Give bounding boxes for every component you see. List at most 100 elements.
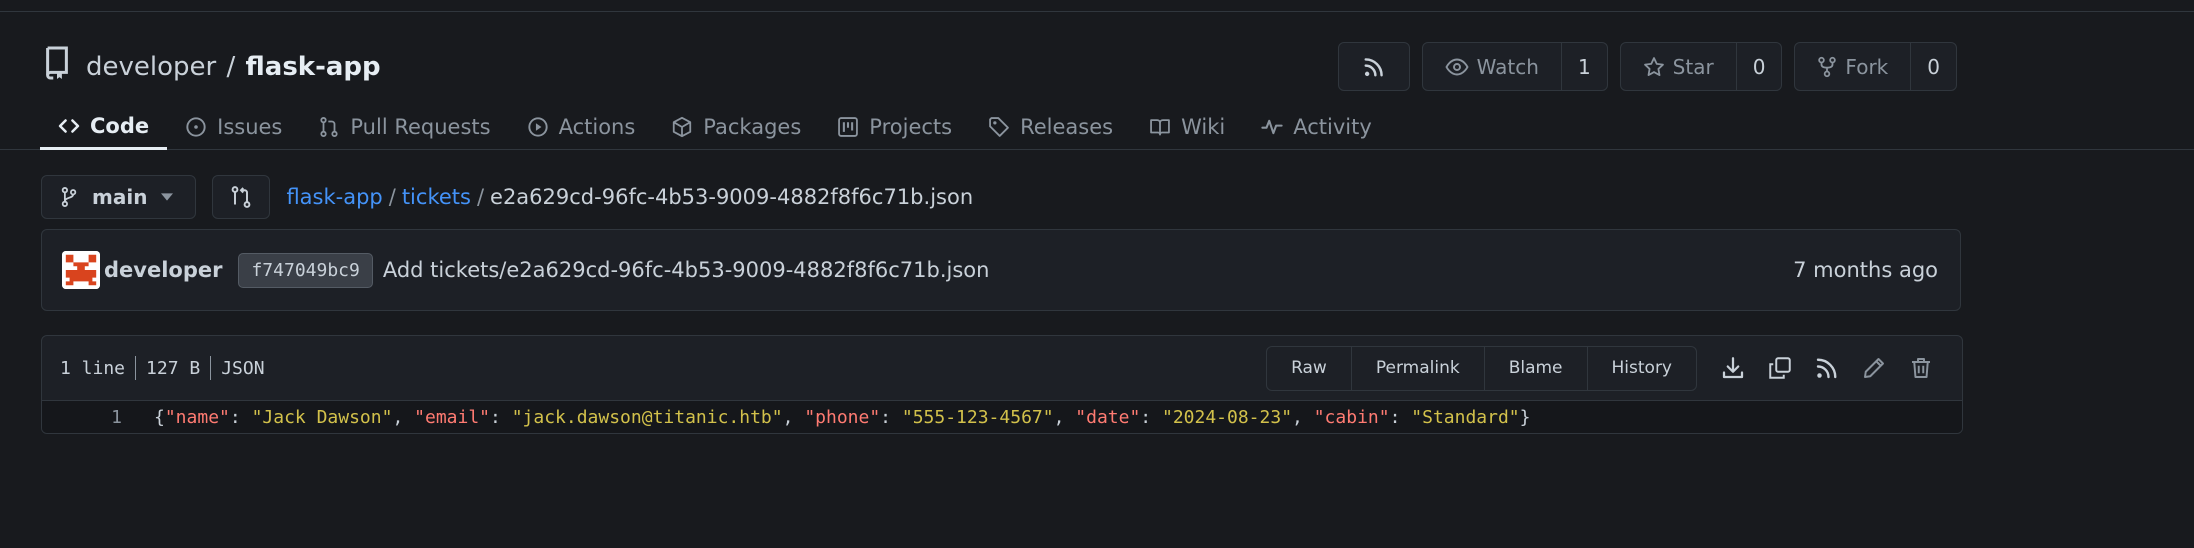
code-icon [58,118,80,133]
breadcrumb-folder-link[interactable]: tickets [402,185,471,209]
watch-label: Watch [1476,54,1539,79]
file-header: 1 line 127 B JSON Raw Permalink Blame Hi… [42,336,1962,401]
fork-count[interactable]: 0 [1910,43,1956,90]
delete-button[interactable] [1897,346,1944,391]
fork-button[interactable]: Fork [1795,43,1910,90]
line-number[interactable]: 1 [42,407,122,428]
tab-issues-label: Issues [217,115,283,139]
tab-activity[interactable]: Activity [1243,104,1390,150]
star-label: Star [1672,54,1714,79]
repo-separator: / [226,51,236,82]
repo-nav-tabs: Code Issues Pull Requests Actions Packag… [40,104,1390,150]
watch-button-group: Watch 1 [1421,42,1608,91]
file-type: JSON [221,357,265,379]
book-icon [1150,119,1170,136]
compare-icon [232,186,251,208]
star-count[interactable]: 0 [1735,43,1782,90]
divider [210,356,212,380]
code-line: 1 {"name": "Jack Dawson", "email": "jack… [42,401,1962,433]
breadcrumb: flask-app / tickets / e2a629cd-96fc-4b53… [286,185,973,209]
rss-icon [1816,358,1836,379]
pencil-icon [1863,358,1884,378]
copy-icon [1768,357,1791,379]
permalink-button[interactable]: Permalink [1350,346,1484,390]
caret-down-icon [161,193,174,201]
tab-activity-label: Activity [1293,115,1372,139]
file-size: 127 B [146,357,201,379]
tab-actions-label: Actions [558,115,636,139]
raw-button[interactable]: Raw [1267,347,1351,390]
repo-owner-link[interactable]: developer [86,52,216,82]
rss-icon [1364,57,1383,76]
tab-releases[interactable]: Releases [970,104,1131,150]
tab-projects-label: Projects [869,115,953,139]
tab-code[interactable]: Code [40,104,168,150]
repo-header: developer / flask-app Watch 1 Star 0 For… [0,12,2194,150]
tab-pull-requests[interactable]: Pull Requests [300,104,508,150]
pulse-icon [1261,119,1283,135]
json-colon: : [880,407,902,428]
commit-author[interactable]: developer [104,258,222,282]
watch-count[interactable]: 1 [1560,43,1607,90]
commit-message[interactable]: Add tickets/e2a629cd-96fc-4b53-9009-4882… [383,258,990,282]
tab-wiki-label: Wiki [1181,115,1226,139]
breadcrumb-root-link[interactable]: flask-app [286,185,382,209]
play-icon [527,117,548,137]
latest-commit-box: developer f747049bc9 Add tickets/e2a629c… [41,229,1961,311]
tab-actions[interactable]: Actions [509,104,654,150]
tab-code-label: Code [90,113,150,138]
file-viewer: 1 line 127 B JSON Raw Permalink Blame Hi… [41,335,1963,434]
file-view-buttons: Raw Permalink Blame History [1266,345,1697,391]
star-button-group: Star 0 [1619,42,1783,91]
tag-icon [989,117,1009,137]
repo-name-link[interactable]: flask-app [246,52,381,82]
tab-projects[interactable]: Projects [819,104,970,150]
edit-button[interactable] [1850,346,1897,391]
copy-button[interactable] [1756,346,1803,391]
json-comma: , [1053,407,1076,428]
tab-pull-requests-label: Pull Requests [350,115,491,139]
issue-icon [186,117,206,137]
star-button[interactable]: Star [1621,43,1736,90]
pull-request-icon [320,117,338,137]
branch-selector[interactable]: main [41,175,197,219]
commit-sha-badge[interactable]: f747049bc9 [238,252,373,288]
json-comma: , [1292,407,1314,428]
avatar-identicon-icon [62,251,100,289]
tab-packages[interactable]: Packages [653,104,819,150]
breadcrumb-file-name: e2a629cd-96fc-4b53-9009-4882f8f6c71b.jso… [490,185,974,209]
json-comma: , [782,407,805,428]
fork-button-group: Fork 0 [1794,42,1957,91]
avatar[interactable] [62,251,100,289]
tab-releases-label: Releases [1020,115,1114,139]
compare-button[interactable] [212,175,271,219]
tab-packages-label: Packages [703,115,802,139]
json-colon: : [490,407,512,428]
tab-wiki[interactable]: Wiki [1131,104,1243,150]
code-content[interactable]: {"name": "Jack Dawson", "email": "jack.d… [154,407,1530,428]
eye-icon [1445,58,1469,75]
download-button[interactable] [1709,346,1756,391]
json-value: "Standard" [1411,407,1520,428]
json-key: "date" [1075,407,1141,428]
star-icon [1643,56,1664,76]
repo-actions: Watch 1 Star 0 Fork 0 [1337,42,1957,91]
repo-title: developer / flask-app [42,46,381,87]
rss-file-button[interactable] [1803,346,1850,391]
rss-button[interactable] [1339,43,1409,90]
watch-button[interactable]: Watch [1423,43,1561,90]
file-line-count: 1 line [60,357,126,379]
branch-icon [61,187,77,207]
json-value: "555-123-4567" [901,407,1054,428]
json-colon: : [229,407,252,428]
json-key: "cabin" [1313,407,1390,428]
divider [135,356,137,380]
blame-button[interactable]: Blame [1483,346,1587,390]
json-colon: : [1389,407,1412,428]
fork-label: Fork [1845,54,1889,79]
file-toolbar: Raw Permalink Blame History [1266,345,1944,391]
history-button[interactable]: History [1586,346,1696,390]
tab-issues[interactable]: Issues [167,104,300,150]
json-key: "email" [414,407,490,428]
json-key: "name" [164,407,230,428]
